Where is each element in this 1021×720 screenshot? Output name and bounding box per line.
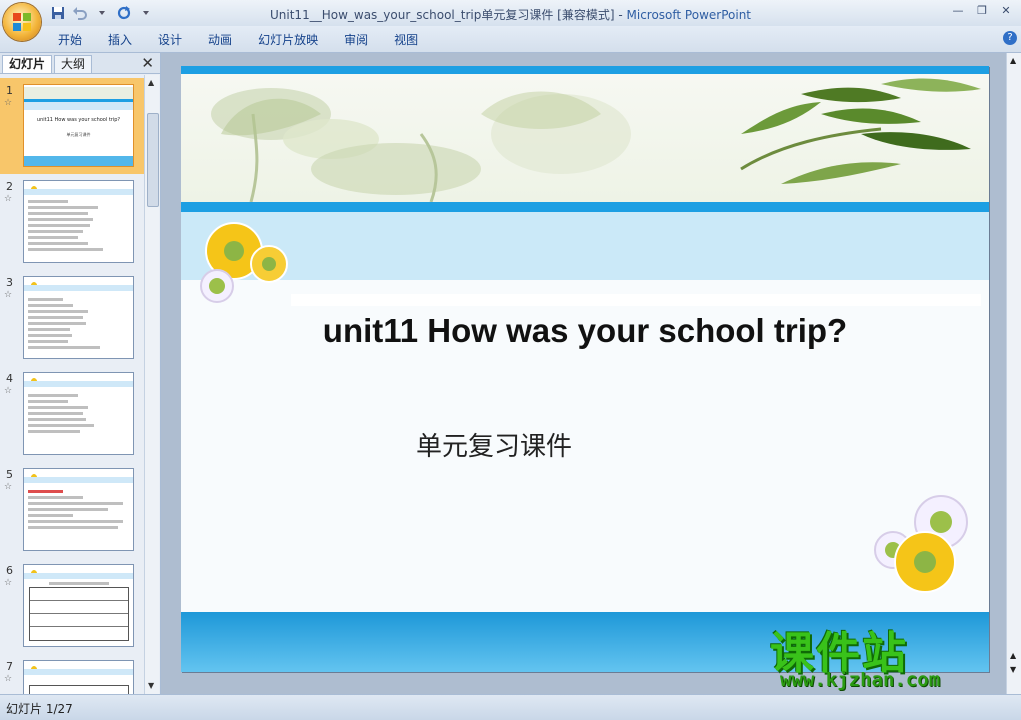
thumbnail-preview [23, 564, 134, 647]
thumbnail-preview [23, 372, 134, 455]
close-icon: ✕ [141, 54, 154, 72]
thumbnail-preview [23, 660, 134, 694]
slide-canvas[interactable]: unit11 How was your school trip? 单元复习课件 [181, 66, 989, 672]
close-icon: ✕ [1001, 3, 1011, 17]
restore-icon: ❐ [977, 3, 987, 17]
ribbon-tabs: 开始 插入 设计 动画 幻灯片放映 审阅 视图 [58, 31, 444, 48]
previous-slide-icon[interactable]: ▲ [1010, 651, 1016, 660]
slide-number: 3 [6, 276, 13, 289]
slide-title[interactable]: unit11 How was your school trip? [181, 312, 989, 350]
slide-number: 4 [6, 372, 13, 385]
close-button[interactable]: ✕ [995, 2, 1017, 18]
window-controls: — ❐ ✕ [947, 2, 1017, 18]
close-panel-button[interactable]: ✕ [141, 54, 154, 72]
animation-star-icon: ☆ [4, 578, 13, 588]
scroll-down-icon[interactable]: ▼ [148, 681, 154, 690]
daisy-flowers-top-left [200, 222, 288, 303]
thumbnail-preview [23, 180, 134, 263]
tab-review[interactable]: 审阅 [344, 31, 368, 48]
thumbnail-title: unit11 How was your school trip? [36, 117, 121, 123]
tab-view[interactable]: 视图 [394, 31, 418, 48]
minimize-icon: — [952, 3, 964, 17]
office-button[interactable] [3, 3, 41, 41]
thumbnail-list: 1 ☆ unit11 How was your school trip? 单元复… [0, 75, 144, 694]
watermark-logo: 课件站 www.kjzhan.com [770, 617, 1010, 692]
animation-star-icon: ☆ [4, 98, 13, 108]
help-button[interactable]: ? [1003, 31, 1017, 45]
slide-thumbnail[interactable]: 3 ☆ [0, 270, 144, 366]
restore-button[interactable]: ❐ [971, 2, 993, 18]
slide-counter: 幻灯片 1/27 [6, 702, 73, 716]
window-title: Unit11__How_was_your_school_trip单元复习课件 [… [270, 8, 752, 22]
slide-top-bar [181, 66, 989, 74]
slide-thumbnail[interactable]: 1 ☆ unit11 How was your school trip? 单元复… [0, 78, 144, 174]
status-bar: 幻灯片 1/27 [0, 694, 1021, 720]
tab-insert[interactable]: 插入 [108, 31, 132, 48]
daisy-flowers-bottom-right [874, 495, 968, 593]
thumbnail-preview [23, 276, 134, 359]
tab-home[interactable]: 开始 [58, 31, 82, 48]
next-slide-icon[interactable]: ▼ [1010, 665, 1016, 674]
slide-number: 1 [6, 84, 13, 97]
slide-number: 6 [6, 564, 13, 577]
application-name: Microsoft PowerPoint [626, 8, 752, 22]
office-logo-icon [13, 13, 31, 31]
animation-star-icon: ☆ [4, 386, 13, 396]
thumbnail-preview [23, 468, 134, 551]
thumbnail-subtitle: 单元复习课件 [66, 132, 91, 137]
scroll-up-icon[interactable]: ▲ [1010, 56, 1016, 65]
slide-number: 2 [6, 180, 13, 193]
animation-star-icon: ☆ [4, 194, 13, 204]
animation-star-icon: ☆ [4, 482, 13, 492]
slides-panel: 幻灯片 大纲 ✕ 1 ☆ unit11 How was your school … [0, 53, 161, 694]
tab-animations[interactable]: 动画 [208, 31, 232, 48]
tab-design[interactable]: 设计 [158, 31, 182, 48]
thumbnail-preview: unit11 How was your school trip? 单元复习课件 [23, 84, 134, 167]
title-bar: Unit11__How_was_your_school_trip单元复习课件 [… [0, 0, 1021, 26]
document-name: Unit11__How_was_your_school_trip单元复习课件 [… [270, 8, 615, 22]
slide-number: 7 [6, 660, 13, 673]
slide-thumbnail[interactable]: 4 ☆ [0, 366, 144, 462]
editor-scrollbar[interactable]: ▲ ▲ ▼ [1006, 53, 1021, 694]
slide-subtitle[interactable]: 单元复习课件 [416, 426, 572, 463]
tab-outline[interactable]: 大纲 [54, 55, 93, 73]
minimize-button[interactable]: — [947, 2, 969, 18]
animation-star-icon: ☆ [4, 674, 13, 684]
slide-thumbnail[interactable]: 6 ☆ [0, 558, 144, 654]
lotus-bamboo-illustration [211, 78, 981, 203]
tab-slide-show[interactable]: 幻灯片放映 [258, 31, 318, 48]
slide-thumbnail[interactable]: 2 ☆ [0, 174, 144, 270]
slide-thumbnail[interactable]: 7 ☆ [0, 654, 144, 694]
panel-scrollbar[interactable]: ▲ ▼ [144, 75, 159, 694]
animation-star-icon: ☆ [4, 290, 13, 300]
slide-number: 5 [6, 468, 13, 481]
panel-tabs: 幻灯片 大纲 ✕ [0, 53, 160, 74]
slide-middle-bar [181, 202, 989, 212]
ribbon: 开始 插入 设计 动画 幻灯片放映 审阅 视图 ? [0, 26, 1021, 53]
slide-thumbnail[interactable]: 5 ☆ [0, 462, 144, 558]
help-icon: ? [1007, 32, 1013, 43]
tab-slides[interactable]: 幻灯片 [2, 55, 53, 73]
scroll-up-icon[interactable]: ▲ [148, 78, 154, 87]
watermark-url: www.kjzhan.com [780, 669, 941, 691]
scrollbar-thumb[interactable] [147, 113, 159, 207]
slide-banner-image [181, 74, 989, 203]
